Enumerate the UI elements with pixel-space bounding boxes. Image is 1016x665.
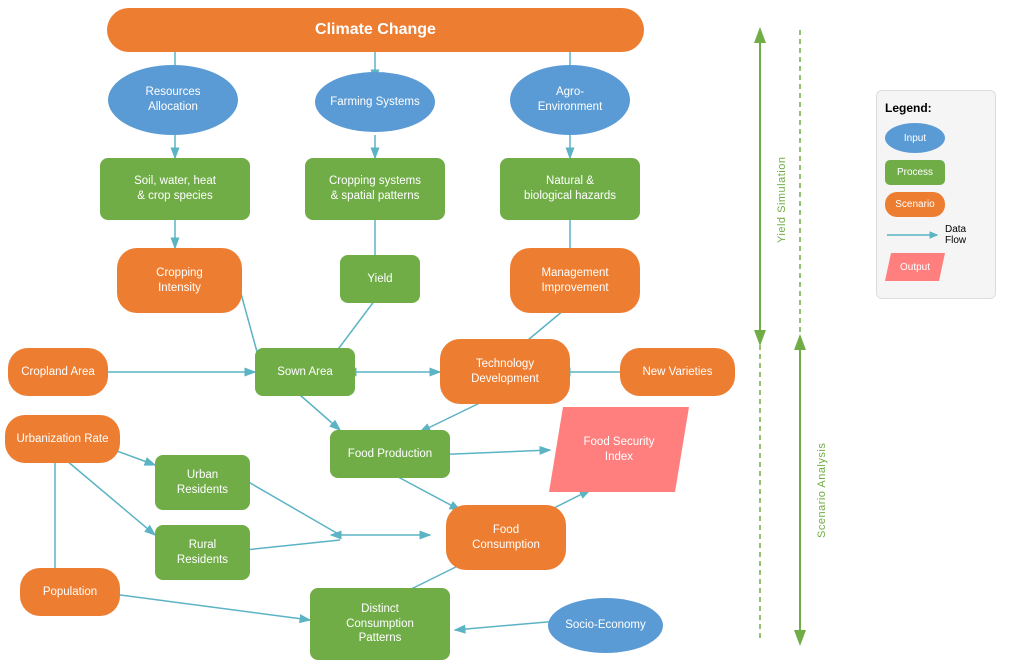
socio-economy-node: Socio-Economy [548, 598, 663, 653]
scenario-analysis-label: Scenario Analysis [816, 350, 828, 630]
diagram-container: Climate Change Resources Allocation Farm… [0, 0, 1016, 665]
legend-scenario-shape: Scenario [885, 192, 945, 217]
legend-box: Legend: Input Process Scenario [876, 90, 996, 299]
legend-output: Output [885, 253, 987, 281]
population-node: Population [20, 568, 120, 616]
sown-area-node: Sown Area [255, 348, 355, 396]
agro-environment-node: Agro- Environment [510, 65, 630, 135]
food-production-node: Food Production [330, 430, 450, 478]
legend-scenario: Scenario [885, 192, 987, 217]
cropping-intensity-node: Cropping Intensity [117, 248, 242, 313]
natural-biological-node: Natural & biological hazards [500, 158, 640, 220]
resources-allocation-node: Resources Allocation [108, 65, 238, 135]
management-improvement-node: Management Improvement [510, 248, 640, 313]
urbanization-rate-node: Urbanization Rate [5, 415, 120, 463]
legend-dataflow-shape [885, 225, 945, 245]
technology-development-node: Technology Development [440, 339, 570, 404]
food-consumption-node: Food Consumption [446, 505, 566, 570]
legend-output-shape: Output [885, 253, 945, 281]
urban-residents-node: Urban Residents [155, 455, 250, 510]
climate-change-node: Climate Change [107, 8, 644, 52]
yield-simulation-label: Yield Simulation [776, 55, 788, 345]
farming-systems-node: Farming Systems [315, 72, 435, 132]
rural-residents-node: Rural Residents [155, 525, 250, 580]
legend-process-shape: Process [885, 160, 945, 185]
legend-process: Process [885, 160, 987, 185]
legend-input: Input [885, 123, 987, 153]
legend-dataflow-label: Data Flow [945, 224, 966, 246]
soil-water-node: Soil, water, heat & crop species [100, 158, 250, 220]
cropping-systems-node: Cropping systems & spatial patterns [305, 158, 445, 220]
legend-input-shape: Input [885, 123, 945, 153]
new-varieties-node: New Varieties [620, 348, 735, 396]
yield-node: Yield [340, 255, 420, 303]
food-security-index-node: Food Security Index [549, 407, 689, 492]
distinct-consumption-node: Distinct Consumption Patterns [310, 588, 450, 660]
cropland-area-node: Cropland Area [8, 348, 108, 396]
legend-title: Legend: [885, 101, 987, 115]
legend-dataflow: Data Flow [885, 224, 987, 246]
